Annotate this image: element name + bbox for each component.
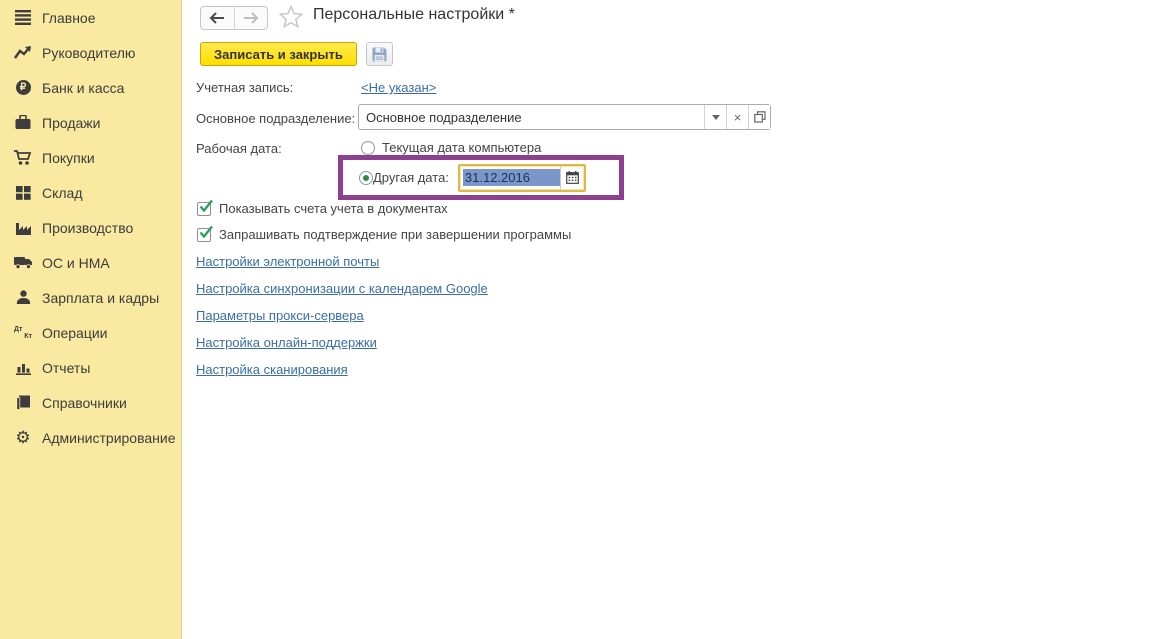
sidebar-item-label: Банк и касса (42, 80, 124, 96)
sidebar-item-label: Администрирование (42, 430, 176, 446)
gear-icon: ⚙ (13, 429, 33, 447)
department-combobox[interactable]: Основное подразделение × (358, 104, 771, 130)
history-nav (200, 6, 268, 30)
dropdown-button[interactable] (704, 105, 726, 129)
sidebar-item-label: Справочники (42, 395, 127, 411)
dropdown-icon (712, 115, 720, 120)
open-icon (754, 111, 766, 123)
checkbox-label: Показывать счета учета в документах (219, 201, 448, 216)
ruble-icon: ₽ (13, 79, 33, 97)
radio-other-date-icon (359, 171, 373, 185)
back-icon (209, 12, 225, 24)
checkbox-checked-icon (197, 202, 211, 216)
date-value-selected: 31.12.2016 (463, 169, 560, 186)
checkbox-show-accounts[interactable]: Показывать счета учета в документах (197, 201, 448, 216)
truck-icon (13, 254, 33, 272)
calendar-button[interactable] (560, 166, 584, 190)
books-icon (13, 394, 33, 412)
factory-icon (13, 219, 33, 237)
checkbox-label: Запрашивать подтверждение при завершении… (219, 227, 571, 242)
account-label: Учетная запись: (196, 80, 293, 95)
sidebar-item-label: Производство (42, 220, 133, 236)
forward-button[interactable] (234, 7, 268, 29)
menu-icon (13, 9, 33, 27)
sidebar-item-bank-i-kassa[interactable]: ₽ Банк и касса (0, 70, 181, 105)
sidebar-item-administrirovanie[interactable]: ⚙ Администрирование (0, 420, 181, 455)
radio-current-date-icon (361, 141, 375, 155)
sidebar-item-rukovoditelyu[interactable]: Руководителю (0, 35, 181, 70)
sidebar-item-label: Зарплата и кадры (42, 290, 159, 306)
sidebar-item-label: Главное (42, 10, 96, 26)
sidebar-item-label: Покупки (42, 150, 95, 166)
date-input[interactable]: 31.12.2016 (458, 164, 586, 192)
main-panel: Персональные настройки * Записать и закр… (183, 0, 1151, 639)
sidebar-item-label: Отчеты (42, 360, 90, 376)
radio-current-date[interactable]: Текущая дата компьютера (361, 140, 541, 155)
floppy-icon (372, 47, 387, 62)
radio-other-date[interactable]: Другая дата: (359, 170, 449, 185)
sidebar-item-label: Продажи (42, 115, 100, 131)
sidebar-item-prodazhi[interactable]: Продажи (0, 105, 181, 140)
link-online-support[interactable]: Настройка онлайн-поддержки (196, 335, 377, 350)
sidebar-item-sklad[interactable]: Склад (0, 175, 181, 210)
sidebar-item-pokupki[interactable]: Покупки (0, 140, 181, 175)
briefcase-icon (13, 114, 33, 132)
sidebar-item-label: Операции (42, 325, 108, 341)
star-icon (279, 5, 303, 28)
sidebar-item-otchety[interactable]: Отчеты (0, 350, 181, 385)
annotation-highlight: Другая дата: 31.12.2016 (338, 155, 624, 200)
person-icon (13, 289, 33, 307)
link-google-calendar-sync[interactable]: Настройка синхронизации с календарем Goo… (196, 281, 488, 296)
back-button[interactable] (201, 7, 234, 29)
radio-other-date-label: Другая дата: (373, 170, 449, 185)
forward-icon (243, 12, 259, 24)
checkbox-checked-icon (197, 228, 211, 242)
radio-current-date-label: Текущая дата компьютера (382, 140, 541, 155)
save-and-close-button[interactable]: Записать и закрыть (200, 42, 357, 66)
sidebar-item-proizvodstvo[interactable]: Производство (0, 210, 181, 245)
grid-icon (13, 184, 33, 202)
bar-chart-icon (13, 359, 33, 377)
sidebar: Главное Руководителю ₽ Банк и касса Прод… (0, 0, 182, 639)
sidebar-item-glavnoe[interactable]: Главное (0, 0, 181, 35)
clear-icon: × (734, 110, 742, 125)
clear-button[interactable]: × (726, 105, 748, 129)
sidebar-item-zarplata-i-kadry[interactable]: Зарплата и кадры (0, 280, 181, 315)
account-link[interactable]: <Не указан> (361, 80, 436, 95)
working-date-label: Рабочая дата: (196, 141, 282, 156)
open-button[interactable] (748, 105, 770, 129)
link-email-settings[interactable]: Настройки электронной почты (196, 254, 379, 269)
sidebar-item-label: Руководителю (42, 45, 135, 61)
sidebar-item-spravochniki[interactable]: Справочники (0, 385, 181, 420)
calendar-icon (566, 171, 579, 184)
sidebar-item-label: Склад (42, 185, 83, 201)
link-proxy-settings[interactable]: Параметры прокси-сервера (196, 308, 364, 323)
debit-credit-icon: ДтКт (13, 324, 33, 342)
link-scan-settings[interactable]: Настройка сканирования (196, 362, 348, 377)
sidebar-item-label: ОС и НМА (42, 255, 110, 271)
department-label: Основное подразделение: (196, 111, 355, 126)
trend-icon (13, 44, 33, 62)
department-value: Основное подразделение (359, 105, 704, 129)
cart-icon (13, 149, 33, 167)
checkbox-confirm-exit[interactable]: Запрашивать подтверждение при завершении… (197, 227, 571, 242)
favorite-button[interactable] (279, 5, 303, 33)
save-button[interactable] (366, 42, 393, 66)
sidebar-item-os-i-nma[interactable]: ОС и НМА (0, 245, 181, 280)
sidebar-item-operacii[interactable]: ДтКт Операции (0, 315, 181, 350)
page-title: Персональные настройки * (313, 6, 515, 24)
